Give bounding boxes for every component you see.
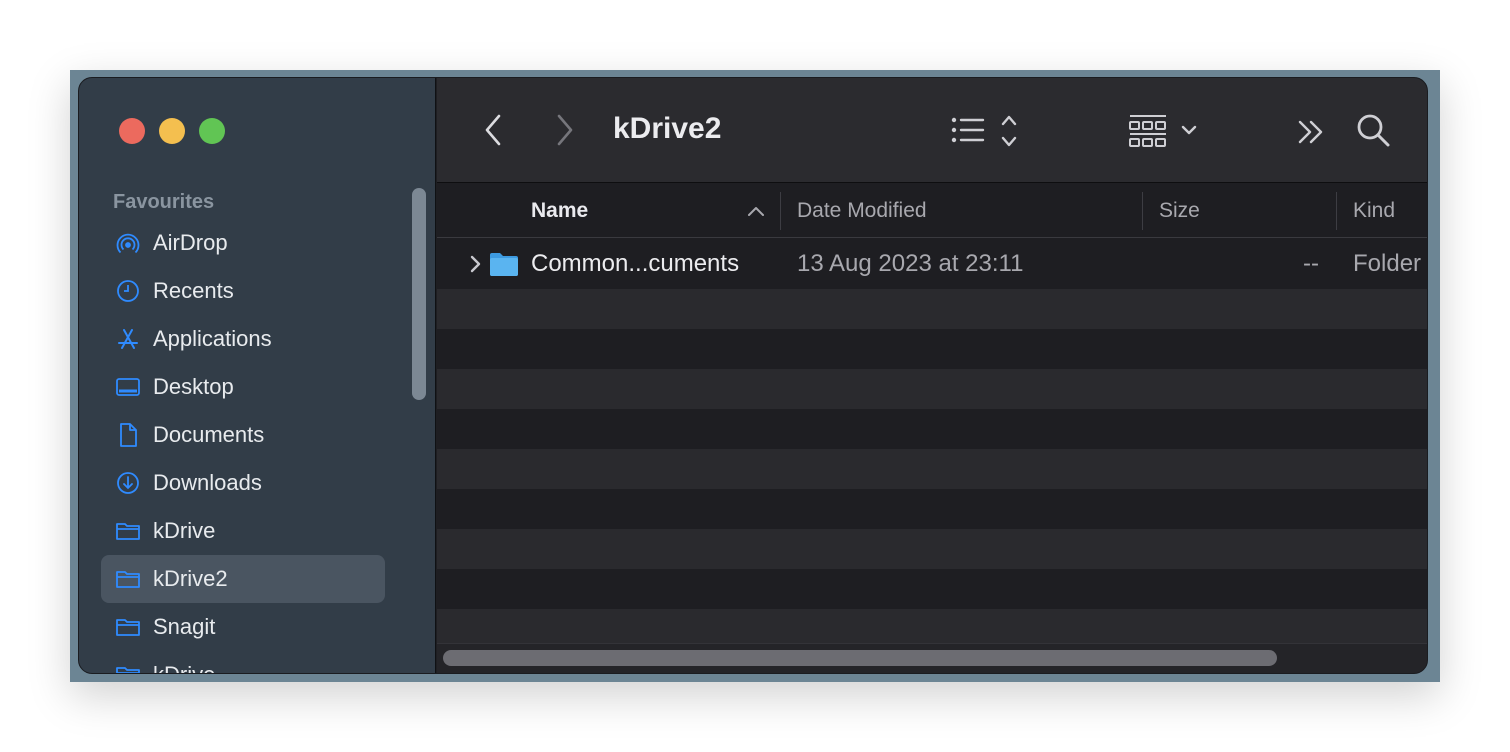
window-controls [119,118,225,144]
applications-icon [115,326,141,352]
sidebar-item-label: Downloads [153,470,262,495]
file-kind: Folder [1353,250,1422,277]
grid-group-icon [1129,115,1197,147]
sidebar-item-airdrop[interactable]: AirDrop [101,219,385,267]
sidebar-item-label: Recents [153,278,234,303]
disclosure-triangle-icon[interactable] [465,251,485,277]
chevron-left-icon [485,114,501,146]
sidebar-item-label: Applications [153,326,272,351]
search-button[interactable] [1353,110,1393,150]
column-divider[interactable] [780,192,781,230]
search-icon [1357,114,1390,147]
horizontal-scroll-thumb[interactable] [443,650,1277,666]
sidebar-item-desktop[interactable]: Desktop [101,363,385,411]
clock-icon [115,278,141,304]
list-view-icon [951,115,1017,147]
sidebar-item-label: kDrive [153,518,216,543]
empty-row [437,289,1427,329]
empty-row [437,369,1427,409]
empty-row [437,569,1427,609]
sidebar-item-applications[interactable]: Applications [101,315,385,363]
sidebar-item-label: Desktop [153,374,234,399]
document-icon [115,422,141,448]
empty-row [437,489,1427,529]
chevron-right-icon [557,114,573,146]
column-date-modified[interactable]: Date Modified [797,184,927,238]
sidebar-item-documents[interactable]: Documents [101,411,385,459]
sidebar-list: AirDrop Recents Applications Desktop Doc… [101,219,385,673]
download-icon [115,470,141,496]
folder-icon [115,614,141,640]
empty-row [437,449,1427,489]
sidebar-item-label: AirDrop [153,230,228,255]
airdrop-icon [115,230,141,256]
column-kind[interactable]: Kind [1353,184,1395,238]
sidebar: Favourites AirDrop Recents Applications … [79,78,436,673]
empty-row [437,329,1427,369]
column-kind-label: Kind [1353,199,1396,222]
sidebar-item-kdrive[interactable]: kDrive [101,507,385,555]
more-toolbar-button[interactable] [1293,112,1329,152]
sidebar-item-label: Documents [153,422,265,447]
column-name[interactable]: Name [531,184,588,238]
horizontal-scrollbar[interactable] [437,643,1427,673]
column-size-label: Size [1159,199,1200,222]
view-options-button[interactable] [949,110,1025,152]
sidebar-item-recents[interactable]: Recents [101,267,385,315]
back-button[interactable] [475,110,511,150]
folder-icon [490,253,518,276]
sidebar-scrollbar[interactable] [412,188,426,400]
sidebar-item-label: kDrive [153,662,215,673]
sidebar-item-label: kDrive2 [153,566,228,591]
sidebar-item-kdrive-2[interactable]: kDrive [101,651,385,673]
main-pane: kDrive2 Name Date Modified Size Kind Com… [437,78,1427,673]
sidebar-item-snagit[interactable]: Snagit [101,603,385,651]
file-list: Common...cuments 13 Aug 2023 at 23:11 --… [437,239,1427,649]
column-header: Name Date Modified Size Kind [437,184,1427,238]
sidebar-item-kdrive2[interactable]: kDrive2 [101,555,385,603]
favourites-header: Favourites [113,191,215,213]
column-size[interactable]: Size [1159,184,1200,238]
column-divider[interactable] [1142,192,1143,230]
column-divider[interactable] [1336,192,1337,230]
folder-icon [115,662,141,673]
close-button[interactable] [119,118,145,144]
desktop-icon [115,374,141,400]
file-name: Common...cuments [531,250,740,277]
sidebar-item-label: Snagit [153,614,216,639]
empty-row [437,409,1427,449]
column-date-label: Date Modified [797,199,927,222]
window-title: kDrive2 [613,112,722,145]
minimize-button[interactable] [159,118,185,144]
sort-ascending-icon [748,207,764,216]
group-button[interactable] [1127,110,1201,152]
toolbar: kDrive2 [437,78,1427,183]
finder-window: Favourites AirDrop Recents Applications … [78,77,1428,674]
table-row[interactable]: Common...cuments 13 Aug 2023 at 23:11 --… [437,239,1427,289]
file-date-modified: 13 Aug 2023 at 23:11 [797,250,1024,277]
column-name-label: Name [531,199,589,222]
folder-icon [115,566,141,592]
forward-button[interactable] [547,110,583,150]
empty-row [437,529,1427,569]
file-size: -- [1303,250,1319,277]
zoom-button[interactable] [199,118,225,144]
sidebar-item-downloads[interactable]: Downloads [101,459,385,507]
folder-icon [115,518,141,544]
double-chevron-icon [1298,120,1323,144]
